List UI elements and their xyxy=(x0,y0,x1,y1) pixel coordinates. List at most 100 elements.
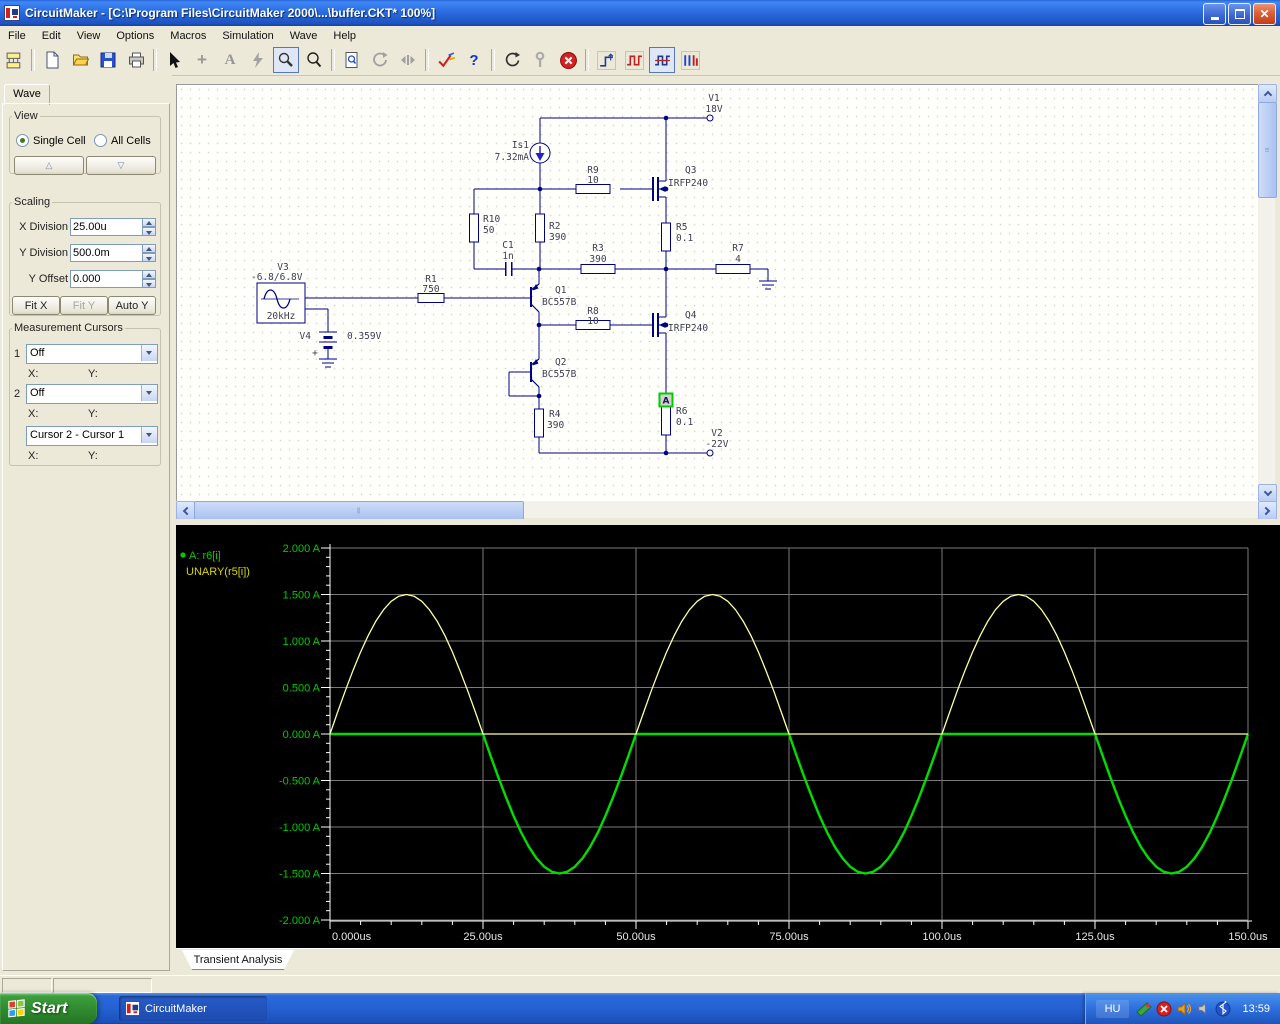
menu-item-simulation[interactable]: Simulation xyxy=(214,28,281,44)
y-offset-spinner[interactable] xyxy=(142,270,156,288)
logic-pulses-icon[interactable] xyxy=(677,47,703,73)
next-cell-button[interactable]: ▽ xyxy=(86,156,156,175)
help-icon[interactable]: ? xyxy=(461,47,487,73)
waveform-panel[interactable]: 2.000 A 1.500 A 1.000 A 0.500 A 0.000 A -0.50… xyxy=(176,519,1280,954)
tab-transient-analysis[interactable]: Transient Analysis xyxy=(182,950,294,970)
open-file-icon[interactable] xyxy=(67,47,93,73)
browse-components-icon[interactable] xyxy=(1,47,27,73)
y-tick-label: 1.000 A xyxy=(283,636,321,648)
place-part-icon[interactable]: + xyxy=(189,47,215,73)
status-cell xyxy=(53,978,152,993)
start-button[interactable]: Start xyxy=(0,993,97,1024)
wire-tool-icon[interactable] xyxy=(245,47,271,73)
x-division-input[interactable] xyxy=(70,218,144,236)
radio-all-cells[interactable]: All Cells xyxy=(94,134,151,147)
y-division-input[interactable] xyxy=(70,244,144,262)
zoom-wand-icon[interactable] xyxy=(273,47,299,73)
cursor-delta-y-label: Y: xyxy=(88,450,98,462)
radio-single-cell-label: Single Cell xyxy=(33,134,86,147)
chevron-down-icon[interactable] xyxy=(141,427,157,443)
cursor1-select[interactable]: Off xyxy=(26,344,158,364)
stop-simulation-icon[interactable] xyxy=(555,47,581,73)
bluetooth-icon[interactable] xyxy=(1215,1000,1231,1017)
x-tick-label: 150.0us xyxy=(1228,931,1268,943)
legend-r6i[interactable]: A: r6[i] xyxy=(189,550,221,562)
chevron-down-icon[interactable] xyxy=(141,345,157,361)
y-tick-label: 2.000 A xyxy=(283,543,321,555)
v1-terminal xyxy=(706,114,714,122)
digital-waveform-icon[interactable] xyxy=(621,47,647,73)
plot-canvas[interactable]: 2.000 A 1.500 A 1.000 A 0.500 A 0.000 A -0.50… xyxy=(176,525,1280,948)
schematic-viewport[interactable]: V1 18V Is1 7.32mA R9 10 Q3 IRFP240 R10 50 R2 390 C1 1… xyxy=(176,84,1259,502)
volume-icon[interactable] xyxy=(1176,1001,1192,1017)
fit-y-button[interactable]: Fit Y xyxy=(60,296,108,315)
tab-wave[interactable]: Wave xyxy=(4,84,50,105)
split-view-icon[interactable] xyxy=(395,47,421,73)
minimize-button[interactable] xyxy=(1203,3,1226,25)
y-offset-input[interactable] xyxy=(70,270,144,288)
scroll-up-icon[interactable] xyxy=(1258,84,1277,103)
select-arrow-icon[interactable] xyxy=(161,47,187,73)
menu-bar: File Edit View Options Macros Simulation Wave H… xyxy=(0,26,1280,46)
cursor2-select[interactable]: Off xyxy=(26,384,158,404)
rotate-icon[interactable] xyxy=(367,47,393,73)
close-button[interactable]: ✕ xyxy=(1253,3,1276,25)
taskbar-item-circuitmaker[interactable]: CircuitMaker xyxy=(119,996,267,1021)
scroll-right-icon[interactable] xyxy=(1258,501,1277,520)
radio-single-cell[interactable]: Single Cell xyxy=(16,134,86,147)
y-tick-label: 0.000 A xyxy=(283,729,321,741)
cursor-delta-select[interactable]: Cursor 2 - Cursor 1 xyxy=(26,426,158,446)
print-icon[interactable] xyxy=(123,47,149,73)
taskbar-item-label: CircuitMaker xyxy=(145,1002,207,1015)
y-tick-label: -1.000 A xyxy=(279,822,321,834)
audio-device-icon[interactable] xyxy=(1196,1001,1211,1016)
component-label: Q3 xyxy=(685,165,696,176)
y-division-label: Y Division xyxy=(19,247,68,259)
schematic-vscrollbar[interactable]: ≡ xyxy=(1258,84,1277,503)
schematic-hscrollbar[interactable]: ‖ xyxy=(176,501,1277,520)
component-label: V1 xyxy=(708,93,720,104)
save-file-icon[interactable] xyxy=(95,47,121,73)
x-division-spinner[interactable] xyxy=(142,218,156,236)
chevron-down-icon[interactable] xyxy=(141,385,157,401)
view-group-legend: View xyxy=(14,110,38,122)
y-division-spinner[interactable] xyxy=(142,244,156,262)
component-label: R10 xyxy=(483,214,500,225)
component-label: -22V xyxy=(706,439,729,450)
magnifier-icon[interactable] xyxy=(301,47,327,73)
auto-y-button[interactable]: Auto Y xyxy=(108,296,156,315)
component-label: V2 xyxy=(711,428,722,439)
taskbar-clock[interactable]: 13:59 xyxy=(1242,1003,1270,1015)
new-file-icon[interactable] xyxy=(39,47,65,73)
restore-button[interactable] xyxy=(1228,3,1251,25)
search-preview-icon[interactable] xyxy=(339,47,365,73)
place-text-icon[interactable]: A xyxy=(217,47,243,73)
vscroll-thumb[interactable]: ≡ xyxy=(1258,102,1277,198)
menu-item-help[interactable]: Help xyxy=(325,28,364,44)
menu-item-options[interactable]: Options xyxy=(108,28,162,44)
component-label: 390 xyxy=(589,254,606,265)
fit-x-button[interactable]: Fit X xyxy=(12,296,60,315)
prev-cell-button[interactable]: △ xyxy=(14,156,84,175)
wave-panel-body: View Single Cell All Cells △ ▽ Scaling X… xyxy=(2,103,170,971)
language-indicator[interactable]: HU xyxy=(1095,999,1130,1018)
menu-item-wave[interactable]: Wave xyxy=(282,28,326,44)
menu-item-macros[interactable]: Macros xyxy=(162,28,214,44)
menu-item-view[interactable]: View xyxy=(69,28,109,44)
reset-simulation-icon[interactable] xyxy=(499,47,525,73)
tab-transient-analysis-label: Transient Analysis xyxy=(193,954,283,966)
check-analysis-icon[interactable] xyxy=(433,47,459,73)
hscroll-thumb[interactable]: ‖ xyxy=(194,501,524,520)
tablet-utility-icon[interactable] xyxy=(1136,1001,1153,1017)
scroll-left-icon[interactable] xyxy=(176,501,195,520)
menu-item-edit[interactable]: Edit xyxy=(34,28,69,44)
setup-wrench-icon[interactable] xyxy=(527,47,553,73)
menu-item-file[interactable]: File xyxy=(0,28,34,44)
legend-unary-r5i[interactable]: UNARY(r5[i]) xyxy=(186,566,250,578)
mixed-waveform-icon[interactable] xyxy=(649,47,675,73)
schematic-canvas[interactable]: V118VIs17.32mAR910Q3IRFP240R1050 R2390C11… xyxy=(177,85,1259,502)
cursor2-value: Off xyxy=(30,387,45,399)
security-alert-icon[interactable] xyxy=(1156,1001,1172,1017)
component-label: 50 xyxy=(483,225,495,236)
scope-step-icon[interactable] xyxy=(593,47,619,73)
